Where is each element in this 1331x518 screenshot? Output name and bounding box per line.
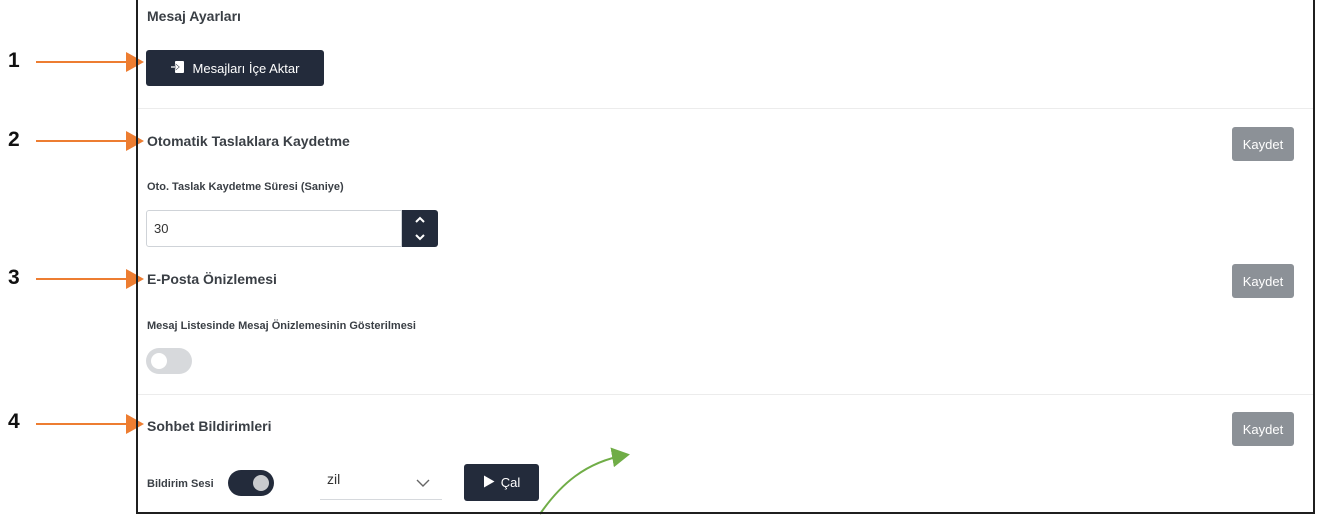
preview-toggle-label: Mesaj Listesinde Mesaj Önizlemesinin Gös…: [147, 320, 416, 332]
section-divider: [138, 394, 1313, 395]
play-sound-label: Çal: [500, 475, 521, 490]
chevron-down-icon: [416, 475, 430, 491]
notification-sound-select[interactable]: zil: [320, 466, 442, 500]
toggle-knob: [253, 475, 269, 491]
marker-2: 2: [8, 128, 20, 151]
draft-section-title: Otomatik Taslaklara Kaydetme: [147, 133, 350, 149]
notification-sound-label: Bildirim Sesi: [147, 478, 214, 490]
play-sound-button[interactable]: Çal: [464, 464, 539, 501]
chat-save-button[interactable]: Kaydet: [1232, 412, 1294, 446]
draft-interval-stepper[interactable]: [402, 210, 438, 247]
section-title: Mesaj Ayarları: [147, 8, 241, 24]
preview-section-title: E-Posta Önizlemesi: [147, 271, 277, 287]
notification-sound-value: zil: [327, 471, 341, 487]
chevron-down-icon[interactable]: [414, 229, 426, 247]
section-divider: [138, 108, 1313, 109]
import-messages-label: Mesajları İçe Aktar: [192, 60, 300, 76]
marker-3: 3: [8, 266, 20, 289]
draft-save-button[interactable]: Kaydet: [1232, 127, 1294, 161]
play-icon: [483, 475, 495, 491]
chevron-up-icon[interactable]: [414, 211, 426, 229]
import-messages-button[interactable]: Mesajları İçe Aktar: [146, 50, 324, 86]
preview-toggle[interactable]: [146, 348, 192, 374]
draft-interval-input[interactable]: 30: [146, 210, 402, 247]
import-icon: [170, 60, 185, 77]
draft-interval-label: Oto. Taslak Kaydetme Süresi (Saniye): [147, 181, 344, 193]
marker-4: 4: [8, 410, 20, 433]
preview-save-button[interactable]: Kaydet: [1232, 264, 1294, 298]
toggle-knob: [151, 353, 167, 369]
notification-sound-toggle[interactable]: [228, 470, 274, 496]
chat-section-title: Sohbet Bildirimleri: [147, 418, 272, 434]
marker-1: 1: [8, 49, 20, 72]
